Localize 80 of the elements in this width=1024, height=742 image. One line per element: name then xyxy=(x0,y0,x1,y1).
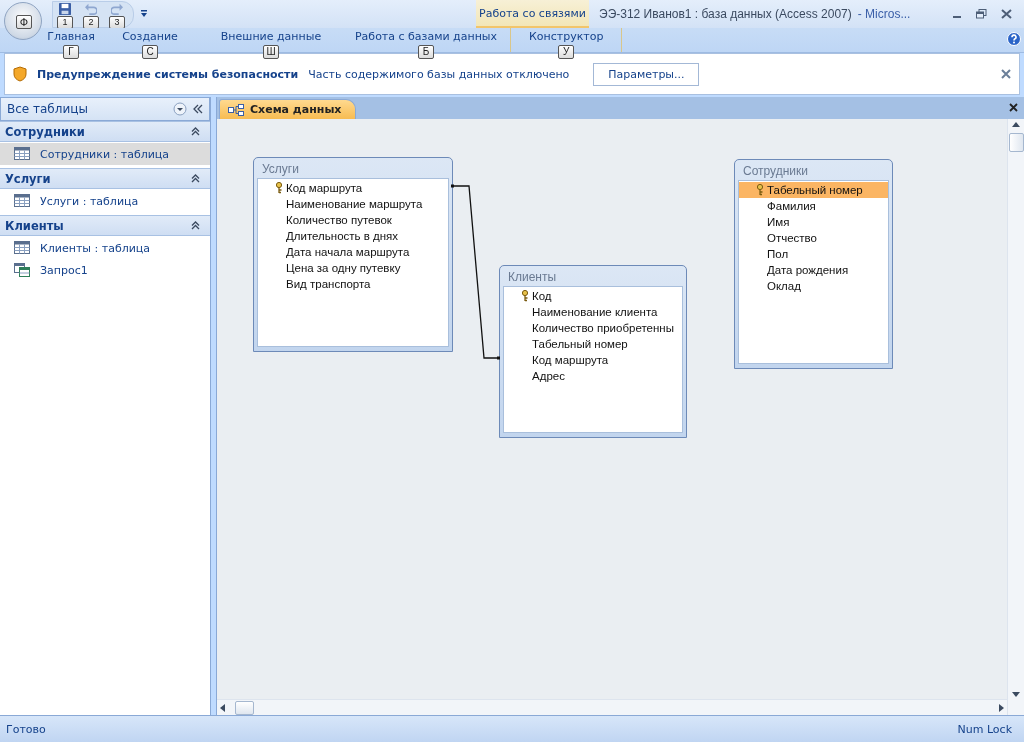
key-tip: У xyxy=(558,45,575,59)
table-title: Сотрудники xyxy=(742,163,809,180)
restore-icon[interactable] xyxy=(976,9,987,19)
field-row[interactable]: Имя xyxy=(739,214,888,230)
field-row[interactable]: Наименование маршрута xyxy=(258,196,448,212)
app-name: - Micros... xyxy=(857,7,911,21)
save-icon xyxy=(59,2,71,15)
table-title: Клиенты xyxy=(507,269,558,286)
dropdown-icon[interactable] xyxy=(173,102,187,116)
query-icon xyxy=(14,263,30,277)
key-icon xyxy=(521,290,529,302)
field-row[interactable]: Фамилия xyxy=(739,198,888,214)
field-row[interactable]: Пол xyxy=(739,246,888,262)
key-icon xyxy=(275,182,283,194)
field-row[interactable]: Код маршрута xyxy=(258,180,448,196)
key-tip: Г xyxy=(63,45,79,59)
group-header[interactable]: Сотрудники xyxy=(0,121,210,142)
field-row[interactable]: Код маршрута xyxy=(504,352,682,368)
key-tip: С xyxy=(142,45,158,59)
key-tip: Б xyxy=(418,45,434,59)
document-tab[interactable]: Схема данных xyxy=(219,99,357,119)
close-icon[interactable] xyxy=(1001,69,1011,79)
field-row[interactable]: Длительность в днях xyxy=(258,228,448,244)
office-button[interactable]: Ф xyxy=(4,2,42,40)
warning-message: Часть содержимого базы данных отключено xyxy=(308,67,570,81)
group-header[interactable]: Услуги xyxy=(0,168,210,189)
collapse-icon xyxy=(191,221,200,230)
collapse-icon xyxy=(191,174,200,183)
contextual-tab-group: Работа со связями xyxy=(476,0,589,28)
redo-icon xyxy=(111,2,123,15)
group-title: Клиенты xyxy=(5,218,64,233)
table-box[interactable]: Услуги Код маршрута Наименование маршрута Количество путевок Длительность в днях Дата начала маршрута Цена за одну путевку Вид транспорта xyxy=(253,157,453,352)
field-row[interactable]: Количество путевок xyxy=(258,212,448,228)
field-row[interactable]: Дата начала маршрута xyxy=(258,244,448,260)
warning-title: Предупреждение системы безопасности xyxy=(37,67,299,81)
scroll-thumb[interactable] xyxy=(235,700,254,715)
field-row[interactable]: Оклад xyxy=(739,278,888,294)
field-row[interactable]: Отчество xyxy=(739,230,888,246)
key-tip: Ш xyxy=(263,45,279,59)
collapse-pane-icon[interactable] xyxy=(193,104,203,114)
pane-title: Все таблицы xyxy=(7,102,89,116)
help-icon[interactable] xyxy=(1007,32,1021,46)
status-text: Готово xyxy=(6,722,46,736)
key-tip: Ф xyxy=(16,15,32,29)
table-box[interactable]: Сотрудники Табельный номер Фамилия Имя Отчество Пол Дата рождения Оклад xyxy=(734,159,893,369)
key-tip: 3 xyxy=(109,15,125,29)
close-icon[interactable] xyxy=(1009,103,1018,112)
key-tip: 2 xyxy=(83,15,99,29)
field-row[interactable]: Дата рождения xyxy=(739,262,888,278)
table-box[interactable]: Клиенты Код Наименование клиента Количество приобретенны Табельный номер Код маршрута Адрес xyxy=(499,265,687,438)
key-icon xyxy=(756,184,764,196)
field-row[interactable]: Адрес xyxy=(504,368,682,384)
field-row[interactable]: Табельный номер xyxy=(739,182,888,198)
field-row[interactable]: Вид транспорта xyxy=(258,276,448,292)
table-title: Услуги xyxy=(261,161,300,178)
save-button[interactable] xyxy=(59,2,71,15)
field-row[interactable]: Количество приобретенны xyxy=(504,320,682,336)
num-lock-indicator: Num Lock xyxy=(957,722,1012,736)
scroll-thumb[interactable] xyxy=(1008,133,1024,152)
shield-icon xyxy=(13,66,27,82)
nav-item[interactable]: Сотрудники : таблица xyxy=(0,143,210,165)
field-row[interactable]: Цена за одну путевку xyxy=(258,260,448,276)
table-icon xyxy=(14,194,30,208)
table-icon xyxy=(14,147,30,161)
close-icon[interactable] xyxy=(1001,9,1012,19)
window-title: ЭЭ-312 Иванов1 : база данных (Access 2007) xyxy=(599,7,852,21)
customize-arrow-icon[interactable] xyxy=(140,10,148,18)
group-title: Сотрудники xyxy=(5,124,85,139)
relationships-icon xyxy=(228,103,244,116)
collapse-icon xyxy=(191,127,200,136)
undo-icon xyxy=(85,2,97,15)
options-button[interactable]: Параметры... xyxy=(593,62,700,86)
group-title: Услуги xyxy=(5,171,51,186)
field-row[interactable]: Табельный номер xyxy=(504,336,682,352)
table-icon xyxy=(14,241,30,255)
key-tip: 1 xyxy=(57,15,73,29)
group-header[interactable]: Клиенты xyxy=(0,215,210,236)
field-row[interactable]: Код xyxy=(504,288,682,304)
relationship-line[interactable] xyxy=(451,184,500,360)
field-row[interactable]: Наименование клиента xyxy=(504,304,682,320)
